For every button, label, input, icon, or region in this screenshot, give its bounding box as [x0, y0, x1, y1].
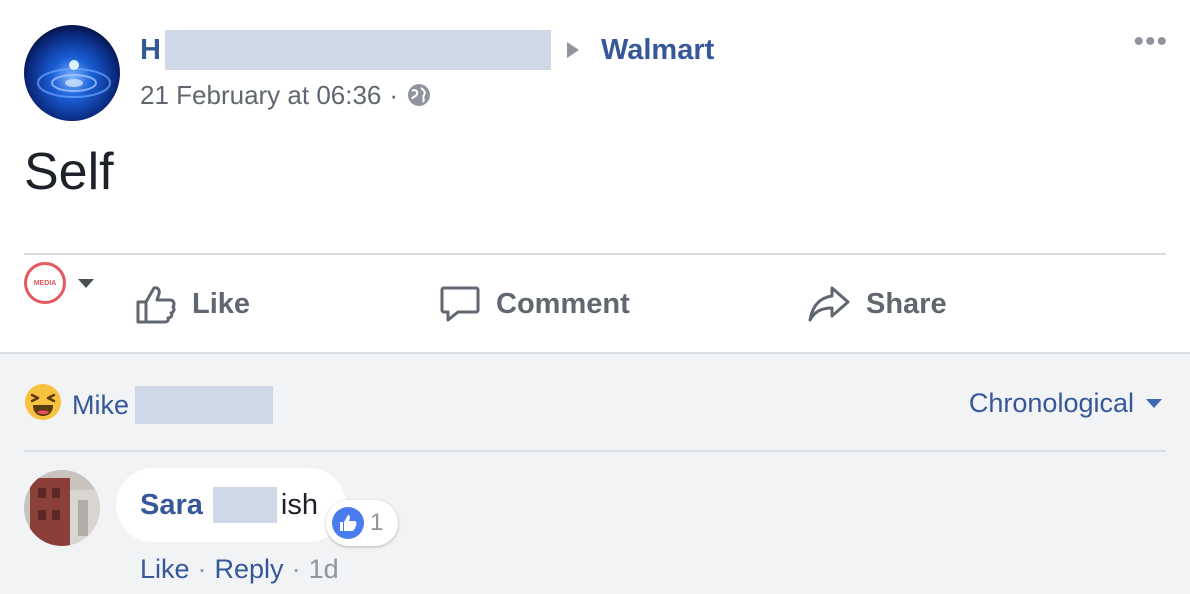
thumbs-up-icon	[136, 286, 176, 324]
reactor-name: Mike	[72, 389, 130, 420]
speech-bubble-icon	[440, 286, 480, 322]
comment-sort-dropdown[interactable]: Chronological	[969, 388, 1162, 419]
comment-reply-link[interactable]: Reply	[215, 554, 284, 585]
reactor-names[interactable]: Mike	[72, 386, 274, 424]
chevron-down-icon	[78, 278, 94, 288]
post-meta: 21 February at 06:36 ·	[140, 78, 432, 112]
comments-section: Mike Chronological Sara ish 1 Like · Rep…	[0, 352, 1190, 594]
redacted-author-surname	[164, 30, 551, 70]
reactions-row: Mike Chronological	[24, 380, 1166, 424]
globe-icon[interactable]	[406, 82, 432, 108]
comment-age[interactable]: 1d	[309, 554, 339, 585]
redacted-reactor-surname	[135, 386, 274, 424]
divider	[24, 253, 1166, 255]
post-text: Self	[24, 143, 114, 201]
like-button[interactable]: Like	[134, 280, 250, 328]
page-avatar-icon: MEDIA	[24, 262, 66, 304]
like-label: Like	[192, 287, 251, 320]
share-label: Share	[866, 287, 947, 320]
comment-button[interactable]: Comment	[438, 280, 630, 328]
target-page-link[interactable]: Walmart	[601, 34, 714, 67]
sort-label: Chronological	[968, 388, 1134, 418]
redacted-commenter-surname	[212, 487, 277, 523]
comment-like-link[interactable]: Like	[140, 554, 190, 585]
comment-bubble: Sara ish	[116, 468, 346, 542]
comment-reaction-count[interactable]: 1	[326, 500, 398, 546]
comment-label: Comment	[496, 287, 630, 320]
post-card: H Walmart 21 February at 06:36 · ••• Sel…	[0, 0, 1190, 352]
post-actions-bar: Like Comment Share MEDIA	[24, 262, 1166, 344]
action-separator: ·	[291, 554, 301, 584]
commenter-name[interactable]: Sara	[140, 489, 203, 522]
comment-actions: Like · Reply · 1d	[140, 554, 339, 585]
page-badge-text: MEDIA	[33, 279, 57, 287]
like-reaction-icon	[332, 507, 364, 539]
triangle-right-icon	[566, 42, 579, 58]
more-options-icon[interactable]: •••	[1133, 27, 1168, 57]
action-separator: ·	[197, 554, 207, 584]
thumbs-up-icon	[340, 515, 357, 531]
divider	[24, 450, 1166, 452]
comment-text: ish	[280, 488, 318, 521]
post-timestamp[interactable]: 21 February at 06:36	[140, 80, 381, 111]
reaction-count: 1	[370, 509, 384, 536]
share-button[interactable]: Share	[806, 280, 947, 328]
commenter-photo	[24, 470, 100, 546]
water-drop-image	[24, 25, 120, 121]
meta-separator: ·	[389, 79, 399, 110]
haha-emoji-icon[interactable]	[24, 383, 62, 421]
author-line: H Walmart	[140, 30, 714, 70]
commenter-avatar[interactable]	[24, 470, 100, 546]
chevron-down-icon	[1146, 399, 1162, 408]
author-avatar[interactable]	[24, 25, 120, 121]
share-arrow-icon	[808, 286, 850, 322]
author-name[interactable]: H	[140, 34, 161, 67]
